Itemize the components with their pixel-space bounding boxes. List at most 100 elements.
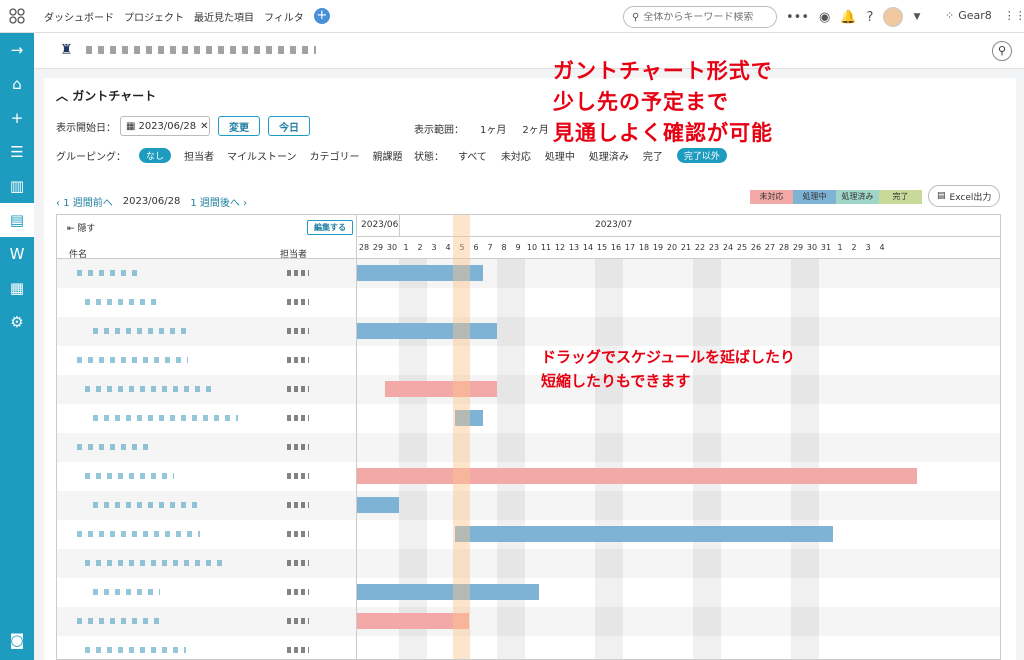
chevron-up-icon[interactable]: ︿ [56,89,68,103]
state-open[interactable]: 未対応 [501,148,531,163]
gantt-row[interactable] [57,636,1000,659]
sidebar-board-icon[interactable]: ▥ [0,169,34,203]
hide-button[interactable]: ⇤ 隠す [67,221,95,234]
group-none[interactable]: なし [139,148,172,163]
weekend-shade [511,288,525,317]
sidebar-settings-icon[interactable]: ⚙ [0,305,34,339]
nav-project[interactable]: プロジェクト [124,9,184,24]
nav-filter[interactable]: フィルタ [264,9,304,24]
state-not-closed[interactable]: 完了以外 [676,148,727,163]
row-label-cell[interactable] [57,491,357,520]
help-icon[interactable]: ? [867,10,874,25]
search-input[interactable] [643,11,764,23]
row-label-cell[interactable] [57,375,357,404]
sidebar-wiki-icon[interactable]: W [0,237,34,271]
gantt-row[interactable] [57,288,1000,317]
gantt-row[interactable] [57,549,1000,578]
nav-dashboard[interactable]: ダッシュボード [44,9,114,24]
gantt-row[interactable] [57,404,1000,433]
edit-button[interactable]: 編集する [307,220,353,235]
sidebar-gantt-icon[interactable]: ▤ [0,203,34,237]
group-milestone[interactable]: マイルストーン [227,148,297,163]
gantt-row[interactable] [57,491,1000,520]
task-bar[interactable] [357,584,539,600]
more-icon[interactable]: ••• [786,10,809,25]
group-category[interactable]: カテゴリー [310,148,360,163]
gantt-title[interactable]: ︿ ガントチャート [56,87,156,104]
row-label-cell[interactable] [57,346,357,375]
chevron-down-icon[interactable]: ▼ [913,12,920,22]
row-label-cell[interactable] [57,433,357,462]
sidebar-list-icon[interactable]: ☰ [0,135,34,169]
legend-in-progress: 処理中 [793,190,836,204]
row-label-cell[interactable] [57,317,357,346]
sidebar-expand-icon[interactable]: → [0,33,34,67]
gantt-row[interactable] [57,462,1000,491]
calendar-icon[interactable]: ▦ [126,121,135,132]
clear-icon[interactable]: ✕ [200,121,208,132]
row-label-cell[interactable] [57,636,357,659]
gantt-row[interactable] [57,607,1000,636]
task-bar[interactable] [455,526,833,542]
org-switcher[interactable]: ⁘ Gear8 ⋮⋮ [945,9,1024,22]
change-button[interactable]: 変更 [218,116,260,136]
group-label: グルーピング： [56,152,126,163]
sidebar-chat-icon[interactable]: ◙ [0,623,34,657]
gantt-row[interactable] [57,433,1000,462]
nav-recent[interactable]: 最近見た項目 [194,9,254,24]
gantt-row[interactable] [57,259,1000,288]
sidebar-files-icon[interactable]: ▦ [0,271,34,305]
day-label: 21 [680,243,692,252]
task-bar[interactable] [357,468,917,484]
display-range: 表示範囲： 1ヶ月 2ヶ月 [414,121,549,136]
bell-icon[interactable]: 🔔 [840,10,856,25]
row-label-cell[interactable] [57,578,357,607]
group-assignee[interactable]: 担当者 [184,148,214,163]
avatar[interactable] [883,7,904,27]
task-bar[interactable] [357,497,399,513]
row-label-cell[interactable] [57,549,357,578]
weekend-shade [399,636,413,659]
row-label-cell[interactable] [57,520,357,549]
range-2month[interactable]: 2ヶ月 [522,121,548,136]
weekend-shade [791,549,805,578]
weekend-shade [595,288,609,317]
add-icon[interactable]: + [313,8,330,24]
start-date-field[interactable]: ▦ 2023/06/28 ✕ [120,116,210,136]
weekend-shade [511,491,525,520]
watch-icon[interactable]: ◉ [819,10,830,25]
gantt-row[interactable] [57,520,1000,549]
sidebar-add-icon[interactable]: + [0,101,34,135]
row-label-cell[interactable] [57,404,357,433]
state-in-progress[interactable]: 処理中 [545,148,575,163]
zoom-search-icon[interactable]: ⚲ [992,41,1012,61]
weekend-shade [497,607,511,636]
state-resolved[interactable]: 処理済み [589,148,629,163]
state-closed[interactable]: 完了 [643,148,663,163]
org-icon: ⁘ [945,9,955,22]
row-label-cell[interactable] [57,288,357,317]
issue-title-blurred [93,502,199,508]
global-search[interactable]: ⚲ [623,6,777,28]
row-label-cell[interactable] [57,607,357,636]
next-week-link[interactable]: 1 週間後へ › [190,194,247,209]
range-1month[interactable]: 1ヶ月 [480,121,506,136]
prev-week-link[interactable]: ‹ 1 週間前へ [56,194,113,209]
row-label-cell[interactable] [57,259,357,288]
group-parent[interactable]: 親課題 [373,148,403,163]
apps-grid-icon[interactable]: ⋮⋮ [1004,9,1024,22]
task-bar[interactable] [357,323,497,339]
row-label-cell[interactable] [57,462,357,491]
task-bar[interactable] [385,381,497,397]
gantt-row[interactable] [57,578,1000,607]
gantt-row[interactable] [57,375,1000,404]
state-all[interactable]: すべて [458,148,487,163]
app-logo-icon[interactable] [0,0,34,33]
excel-export-button[interactable]: ▤ Excel出力 [928,185,1001,207]
gantt-row[interactable] [57,346,1000,375]
top-icons: ••• ◉ 🔔 ? ▼ [786,7,920,27]
weekend-shade [693,433,707,462]
today-button[interactable]: 今日 [268,116,310,136]
gantt-row[interactable] [57,317,1000,346]
sidebar-home-icon[interactable]: ⌂ [0,67,34,101]
